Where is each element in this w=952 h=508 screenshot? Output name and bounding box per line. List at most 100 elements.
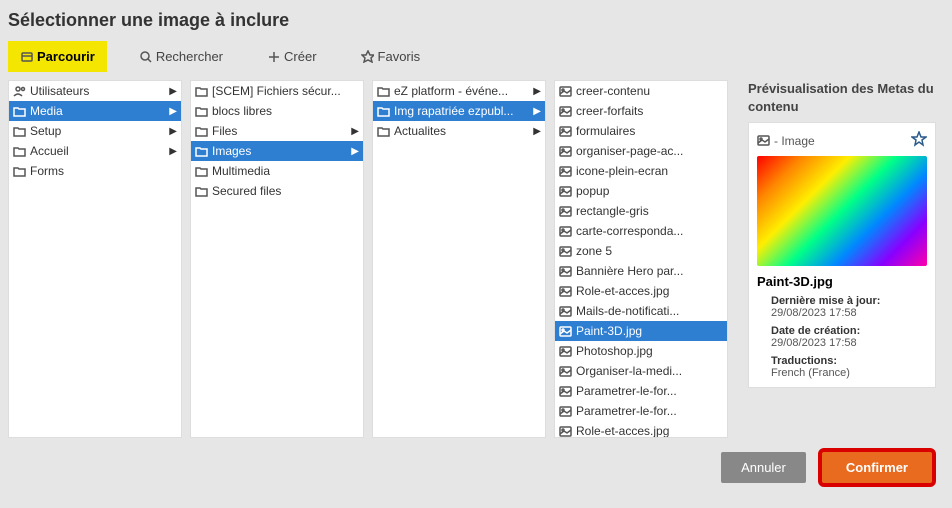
image-icon bbox=[559, 165, 572, 178]
image-icon bbox=[559, 85, 572, 98]
folder-item[interactable]: Forms bbox=[9, 161, 181, 181]
folder-icon bbox=[195, 145, 208, 158]
meta-translations-value: French (France) bbox=[771, 367, 927, 379]
folder-item[interactable]: Setup▶ bbox=[9, 121, 181, 141]
image-icon bbox=[559, 245, 572, 258]
image-icon bbox=[559, 125, 572, 138]
file-item[interactable]: rectangle-gris bbox=[555, 201, 727, 221]
folder-icon bbox=[13, 145, 26, 158]
image-icon bbox=[559, 205, 572, 218]
folder-item[interactable]: Secured files bbox=[191, 181, 363, 201]
item-label: Setup bbox=[30, 124, 61, 138]
folder-item[interactable]: eZ platform - événe... ▶ bbox=[373, 81, 545, 101]
meta-modified-value: 29/08/2023 17:58 bbox=[771, 307, 927, 319]
folder-item[interactable]: Accueil▶ bbox=[9, 141, 181, 161]
item-label: creer-contenu bbox=[576, 84, 650, 98]
tab-browse[interactable]: Parcourir bbox=[8, 41, 107, 72]
item-label: Mails-de-notificati... bbox=[576, 304, 679, 318]
file-item[interactable]: Paint-3D.jpg bbox=[555, 321, 727, 341]
folder-icon bbox=[377, 125, 390, 138]
tab-create-label: Créer bbox=[284, 49, 317, 64]
file-item[interactable]: organiser-page-ac... bbox=[555, 141, 727, 161]
preview-panel-title: Prévisualisation des Metas du contenu bbox=[748, 80, 936, 116]
folder-icon bbox=[13, 165, 26, 178]
confirm-button[interactable]: Confirmer bbox=[818, 448, 936, 487]
favorite-toggle[interactable] bbox=[911, 131, 927, 150]
file-item[interactable]: creer-contenu bbox=[555, 81, 727, 101]
file-item[interactable]: Bannière Hero par... bbox=[555, 261, 727, 281]
chevron-right-icon: ▶ bbox=[169, 146, 177, 157]
file-item[interactable]: icone-plein-ecran bbox=[555, 161, 727, 181]
tab-browse-label: Parcourir bbox=[37, 49, 95, 64]
chevron-right-icon: ▶ bbox=[533, 86, 541, 97]
image-icon bbox=[559, 145, 572, 158]
file-item[interactable]: zone 5 bbox=[555, 241, 727, 261]
folder-item[interactable]: Media▶ bbox=[9, 101, 181, 121]
file-item[interactable]: carte-corresponda... bbox=[555, 221, 727, 241]
image-icon bbox=[559, 225, 572, 238]
preview-panel: Prévisualisation des Metas du contenu - … bbox=[736, 80, 936, 438]
folder-item[interactable]: Img rapatriée ezpubl...▶ bbox=[373, 101, 545, 121]
folder-icon bbox=[13, 105, 26, 118]
folder-icon bbox=[195, 165, 208, 178]
file-item[interactable]: Role-et-acces.jpg bbox=[555, 281, 727, 301]
file-item[interactable]: creer-forfaits bbox=[555, 101, 727, 121]
folder-item[interactable]: Actualites▶ bbox=[373, 121, 545, 141]
item-label: popup bbox=[576, 184, 609, 198]
cancel-button[interactable]: Annuler bbox=[721, 452, 806, 483]
image-icon bbox=[559, 405, 572, 418]
item-label: carte-corresponda... bbox=[576, 224, 683, 238]
tab-create[interactable]: Créer bbox=[255, 41, 329, 72]
file-item[interactable]: Parametrer-le-for... bbox=[555, 381, 727, 401]
item-label: Photoshop.jpg bbox=[576, 344, 653, 358]
preview-thumbnail bbox=[757, 156, 927, 266]
folder-item[interactable]: Files▶ bbox=[191, 121, 363, 141]
image-icon bbox=[559, 325, 572, 338]
file-item[interactable]: Parametrer-le-for... bbox=[555, 401, 727, 421]
folder-item[interactable]: blocs libres bbox=[191, 101, 363, 121]
item-label: organiser-page-ac... bbox=[576, 144, 683, 158]
file-item[interactable]: popup bbox=[555, 181, 727, 201]
image-icon bbox=[559, 105, 572, 118]
image-icon bbox=[559, 185, 572, 198]
column-4: creer-contenu creer-forfaits formulaires or… bbox=[554, 80, 728, 438]
item-label: Multimedia bbox=[212, 164, 270, 178]
file-item[interactable]: formulaires bbox=[555, 121, 727, 141]
users-icon bbox=[13, 85, 26, 98]
folder-item[interactable]: [SCEM] Fichiers sécur... bbox=[191, 81, 363, 101]
toolbar: Parcourir Rechercher Créer Favoris bbox=[8, 41, 944, 76]
dialog-footer: Annuler Confirmer bbox=[8, 448, 944, 487]
star-icon bbox=[361, 50, 374, 63]
folder-item[interactable]: Multimedia bbox=[191, 161, 363, 181]
file-item[interactable]: Organiser-la-medi... bbox=[555, 361, 727, 381]
folder-item[interactable]: Images▶ bbox=[191, 141, 363, 161]
item-label: Files bbox=[212, 124, 237, 138]
folder-icon bbox=[195, 85, 208, 98]
folder-icon bbox=[377, 85, 390, 98]
folder-item[interactable]: Utilisateurs▶ bbox=[9, 81, 181, 101]
item-label: eZ platform - événe... bbox=[394, 84, 508, 98]
preview-type-label: - Image bbox=[774, 134, 815, 148]
tab-favorites[interactable]: Favoris bbox=[349, 41, 433, 72]
item-label: icone-plein-ecran bbox=[576, 164, 668, 178]
item-label: Organiser-la-medi... bbox=[576, 364, 682, 378]
item-label: formulaires bbox=[576, 124, 635, 138]
file-item[interactable]: Photoshop.jpg bbox=[555, 341, 727, 361]
file-item[interactable]: Mails-de-notificati... bbox=[555, 301, 727, 321]
preview-filename: Paint-3D.jpg bbox=[757, 274, 927, 289]
item-label: Role-et-acces.jpg bbox=[576, 424, 669, 438]
column-1: Utilisateurs▶Media▶Setup▶Accueil▶Forms bbox=[8, 80, 182, 438]
preview-card: - Image Paint-3D.jpg Dernière mise à jou… bbox=[748, 122, 936, 388]
tab-favorites-label: Favoris bbox=[378, 49, 421, 64]
browser-main: Utilisateurs▶Media▶Setup▶Accueil▶Forms [… bbox=[8, 80, 944, 438]
browse-icon bbox=[20, 50, 33, 63]
file-item[interactable]: Role-et-acces.jpg bbox=[555, 421, 727, 438]
tab-search-label: Rechercher bbox=[156, 49, 223, 64]
item-label: blocs libres bbox=[212, 104, 272, 118]
item-label: zone 5 bbox=[576, 244, 612, 258]
image-icon bbox=[559, 285, 572, 298]
tab-search[interactable]: Rechercher bbox=[127, 41, 235, 72]
item-label: Secured files bbox=[212, 184, 281, 198]
meta-modified-label: Dernière mise à jour: bbox=[771, 295, 927, 307]
item-label: Utilisateurs bbox=[30, 84, 89, 98]
